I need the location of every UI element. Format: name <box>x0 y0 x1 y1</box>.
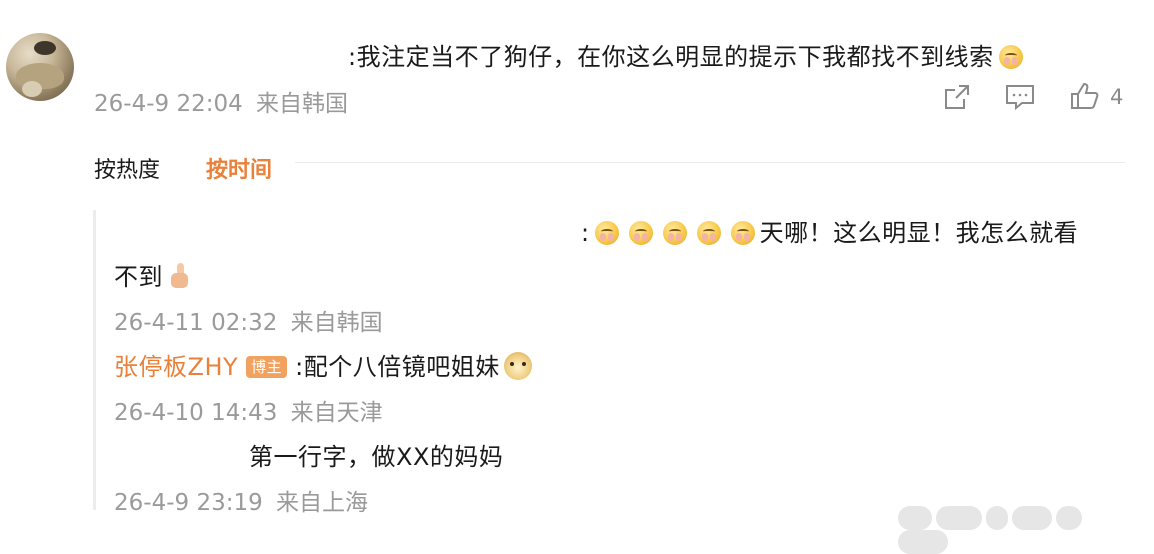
reply-2-location: 来自天津 <box>290 400 383 426</box>
reply-1-text-line2: 不到 <box>114 257 189 292</box>
crying-face-emoji-icon <box>594 221 619 245</box>
like-icon <box>1071 82 1099 109</box>
author-badge: 博主 <box>246 356 288 378</box>
reply-3-body: 第一行字，做XX的妈妈 <box>249 443 504 471</box>
thumbs-up-emoji-icon <box>169 263 189 289</box>
reply-3-timestamp: 26-4-9 23:19 <box>114 490 263 516</box>
comment-icon <box>1006 85 1034 111</box>
share-button[interactable] <box>940 81 974 113</box>
main-comment-text: :我注定当不了狗仔，在你这么明显的提示下我都找不到线索 <box>348 37 1028 72</box>
crying-face-emoji-icon <box>730 221 755 245</box>
watermark-decoration <box>898 506 1138 554</box>
reply-2-meta: 26-4-10 14:43 来自天津 <box>114 393 383 427</box>
reply-thread-border <box>93 210 96 510</box>
comment-button[interactable] <box>1002 81 1038 113</box>
tab-sort-by-heat[interactable]: 按热度 <box>94 152 160 184</box>
reply-1-text-line1: : 天哪！这么明显！我怎么就看 <box>581 213 1078 248</box>
reply-3-location: 来自上海 <box>276 490 369 516</box>
main-comment-body: :我注定当不了狗仔，在你这么明显的提示下我都找不到线索 <box>348 43 994 71</box>
main-comment-meta: 26-4-9 22:04 来自韩国 <box>94 84 348 118</box>
reply-1-meta: 26-4-11 02:32 来自韩国 <box>114 303 383 337</box>
reply-1-timestamp: 26-4-11 02:32 <box>114 310 278 336</box>
like-button[interactable] <box>1066 80 1102 112</box>
reply-2-body: :配个八倍镜吧姐妹 <box>295 353 500 381</box>
tabs-divider <box>295 162 1125 163</box>
share-icon <box>945 85 969 109</box>
crying-face-emoji-icon <box>628 221 653 245</box>
reply-2-author[interactable]: 张停板ZHY <box>114 353 238 381</box>
crying-face-emoji-icon <box>998 45 1023 69</box>
reply-1-prefix: : <box>581 219 590 247</box>
crying-face-emoji-icon <box>662 221 687 245</box>
crying-face-emoji-icon <box>696 221 721 245</box>
doge-emoji-icon <box>503 352 532 380</box>
main-comment-location: 来自韩国 <box>256 91 349 117</box>
reply-3-meta: 26-4-9 23:19 来自上海 <box>114 483 368 517</box>
reply-1-body-continued: 不到 <box>114 263 163 291</box>
reply-1-body: 天哪！这么明显！我怎么就看 <box>759 219 1079 247</box>
like-count: 4 <box>1110 85 1124 109</box>
reply-2-timestamp: 26-4-10 14:43 <box>114 400 278 426</box>
tab-sort-by-time[interactable]: 按时间 <box>206 152 272 184</box>
reply-1-location: 来自韩国 <box>290 310 383 336</box>
main-comment-timestamp: 26-4-9 22:04 <box>94 91 243 117</box>
reply-2-line: 张停板ZHY 博主 :配个八倍镜吧姐妹 <box>114 347 532 382</box>
user-avatar[interactable] <box>6 33 74 101</box>
